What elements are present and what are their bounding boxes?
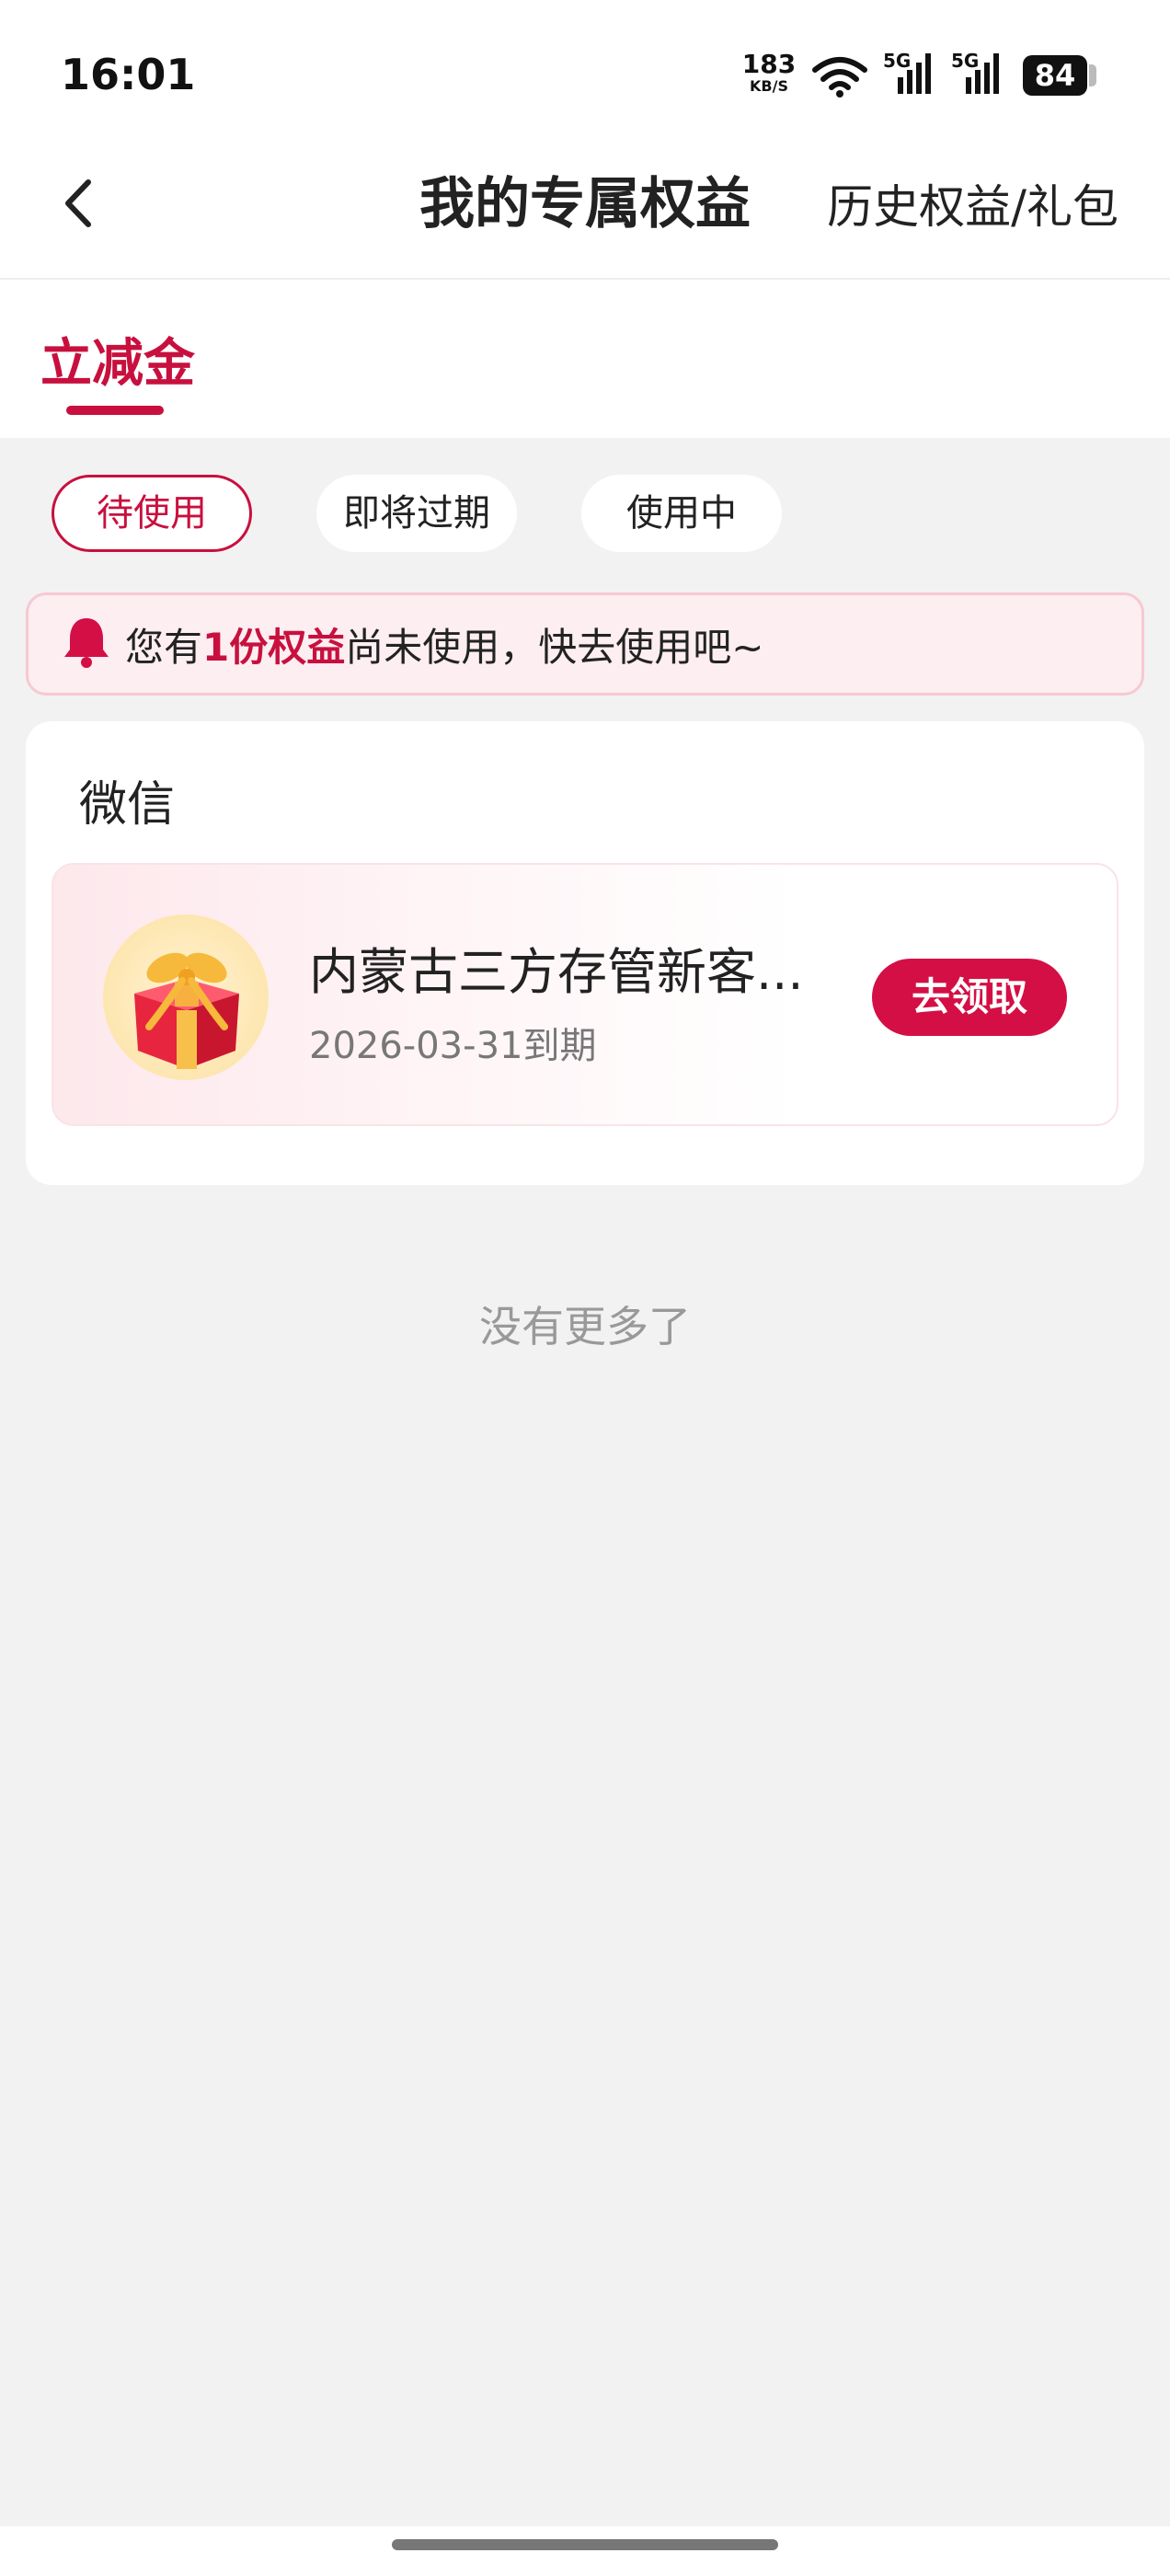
filter-pending-use[interactable]: 待使用 bbox=[52, 475, 252, 552]
network-speed: 183 KB/S bbox=[741, 52, 797, 94]
gift-box-icon bbox=[134, 952, 239, 1069]
notice-prefix: 您有 bbox=[125, 625, 203, 670]
network-speed-value: 183 bbox=[741, 49, 797, 79]
home-indicator[interactable] bbox=[392, 2539, 778, 2550]
benefit-name: 内蒙古三方存管新客... bbox=[309, 943, 804, 1001]
no-more-text: 没有更多了 bbox=[479, 1302, 691, 1351]
battery-tip bbox=[1089, 64, 1096, 86]
group-title: 微信 bbox=[79, 777, 176, 833]
history-benefits-link[interactable]: 历史权益/礼包 bbox=[827, 170, 1118, 236]
battery-icon: 84 bbox=[1023, 55, 1087, 96]
notice-text: 您有1份权益尚未使用，快去使用吧~ bbox=[125, 616, 763, 673]
network-speed-unit: KB/S bbox=[750, 77, 788, 95]
wifi-icon bbox=[812, 57, 867, 98]
tab-instant-discount[interactable]: 立减金 bbox=[40, 322, 195, 397]
notice-highlight: 1份权益 bbox=[202, 625, 346, 670]
navigation-bar bbox=[0, 2526, 1170, 2576]
filter-expiring-soon[interactable]: 即将过期 bbox=[316, 475, 517, 552]
filter-in-use[interactable]: 使用中 bbox=[581, 475, 782, 552]
claim-button[interactable]: 去领取 bbox=[872, 959, 1067, 1036]
notice-suffix: 尚未使用，快去使用吧~ bbox=[345, 625, 764, 670]
tab-active-indicator bbox=[66, 406, 164, 415]
bell-icon bbox=[64, 618, 109, 668]
benefit-expiry: 2026-03-31到期 bbox=[309, 1025, 597, 1067]
status-time: 16:01 bbox=[61, 50, 196, 99]
